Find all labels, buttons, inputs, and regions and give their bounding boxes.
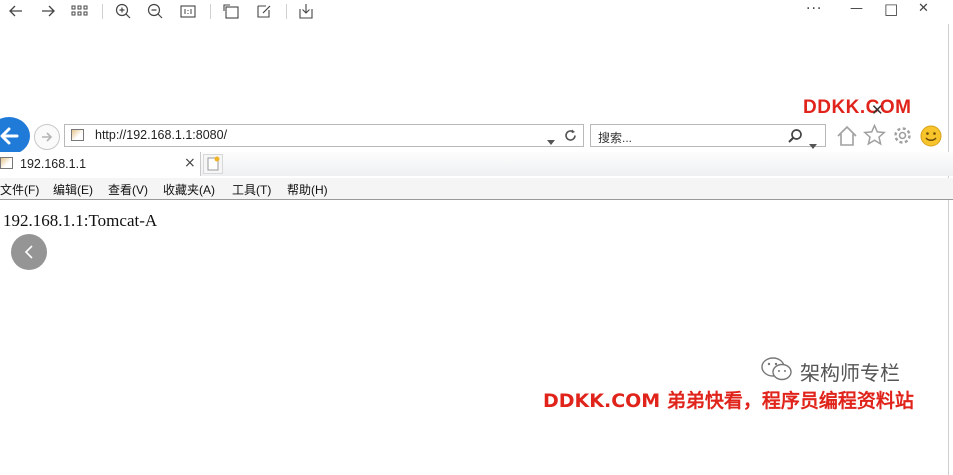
minimize-button[interactable]: — — [850, 1, 863, 16]
more-options-button[interactable]: ··· — [806, 1, 822, 17]
toolbar-separator — [102, 4, 103, 19]
address-bar[interactable]: http://192.168.1.1:8080/ — [64, 124, 584, 147]
menu-tools[interactable]: 工具(T) — [232, 181, 271, 198]
grid-icon[interactable] — [70, 2, 90, 20]
menu-view[interactable]: 查看(V) — [108, 181, 148, 198]
wechat-account-name: 架构师专栏 — [800, 360, 900, 385]
page-content-text: 192.168.1.1:Tomcat-A — [3, 211, 158, 230]
url-text: http://192.168.1.1:8080/ — [95, 128, 228, 142]
menu-bar: 文件(F) 编辑(E) 查看(V) 收藏夹(A) 工具(T) 帮助(H) — [0, 178, 953, 200]
close-button[interactable]: ✕ — [918, 1, 929, 16]
previous-image-button[interactable] — [11, 234, 47, 270]
forward-arrow-icon[interactable] — [38, 2, 58, 20]
zoom-out-icon[interactable] — [145, 2, 165, 20]
inner-close-icon: ✕ — [871, 101, 884, 119]
wechat-icon — [760, 356, 794, 386]
home-icon[interactable] — [836, 125, 858, 150]
toolbar-separator — [210, 4, 211, 19]
browser-forward-button[interactable] — [34, 124, 60, 150]
page-icon — [71, 129, 84, 141]
save-icon[interactable] — [296, 2, 316, 20]
browser-back-button[interactable] — [0, 117, 30, 155]
watermark-top: DDKK.COM — [803, 97, 912, 118]
wechat-watermark: 架构师专栏 — [760, 356, 900, 386]
watermark-bottom: DDKK.COM 弟弟快看，程序员编程资料站 — [543, 390, 914, 412]
tab-close-icon[interactable]: × — [184, 155, 196, 171]
tab-favicon-icon — [0, 157, 13, 169]
feedback-smiley-icon[interactable] — [920, 125, 942, 151]
search-dropdown-icon[interactable] — [809, 134, 817, 153]
maximize-button[interactable]: □ — [884, 0, 898, 18]
favorites-star-icon[interactable] — [862, 123, 887, 150]
rotate-icon[interactable] — [221, 2, 241, 20]
new-tab-button[interactable] — [203, 154, 223, 174]
window-border — [948, 24, 949, 475]
search-box[interactable]: 搜索... — [590, 124, 826, 149]
back-arrow-icon[interactable] — [6, 2, 26, 20]
refresh-icon[interactable] — [563, 128, 578, 147]
toolbar-separator — [286, 4, 287, 19]
menu-favorites[interactable]: 收藏夹(A) — [163, 181, 215, 198]
tab-title: 192.168.1.1 — [20, 157, 87, 171]
zoom-in-icon[interactable] — [113, 2, 133, 20]
settings-gear-icon[interactable] — [892, 125, 913, 150]
viewer-toolbar: ··· — □ ✕ — [0, 0, 953, 24]
search-icon[interactable] — [787, 128, 803, 148]
edit-icon[interactable] — [254, 2, 274, 20]
fit-icon[interactable] — [178, 2, 198, 20]
browser-tab[interactable]: 192.168.1.1 × — [0, 152, 201, 176]
dropdown-arrow-icon[interactable] — [547, 131, 555, 150]
menu-file[interactable]: 文件(F) — [0, 181, 39, 198]
search-input[interactable]: 搜索... — [598, 129, 632, 146]
menu-edit[interactable]: 编辑(E) — [53, 181, 93, 198]
menu-help[interactable]: 帮助(H) — [287, 181, 328, 198]
